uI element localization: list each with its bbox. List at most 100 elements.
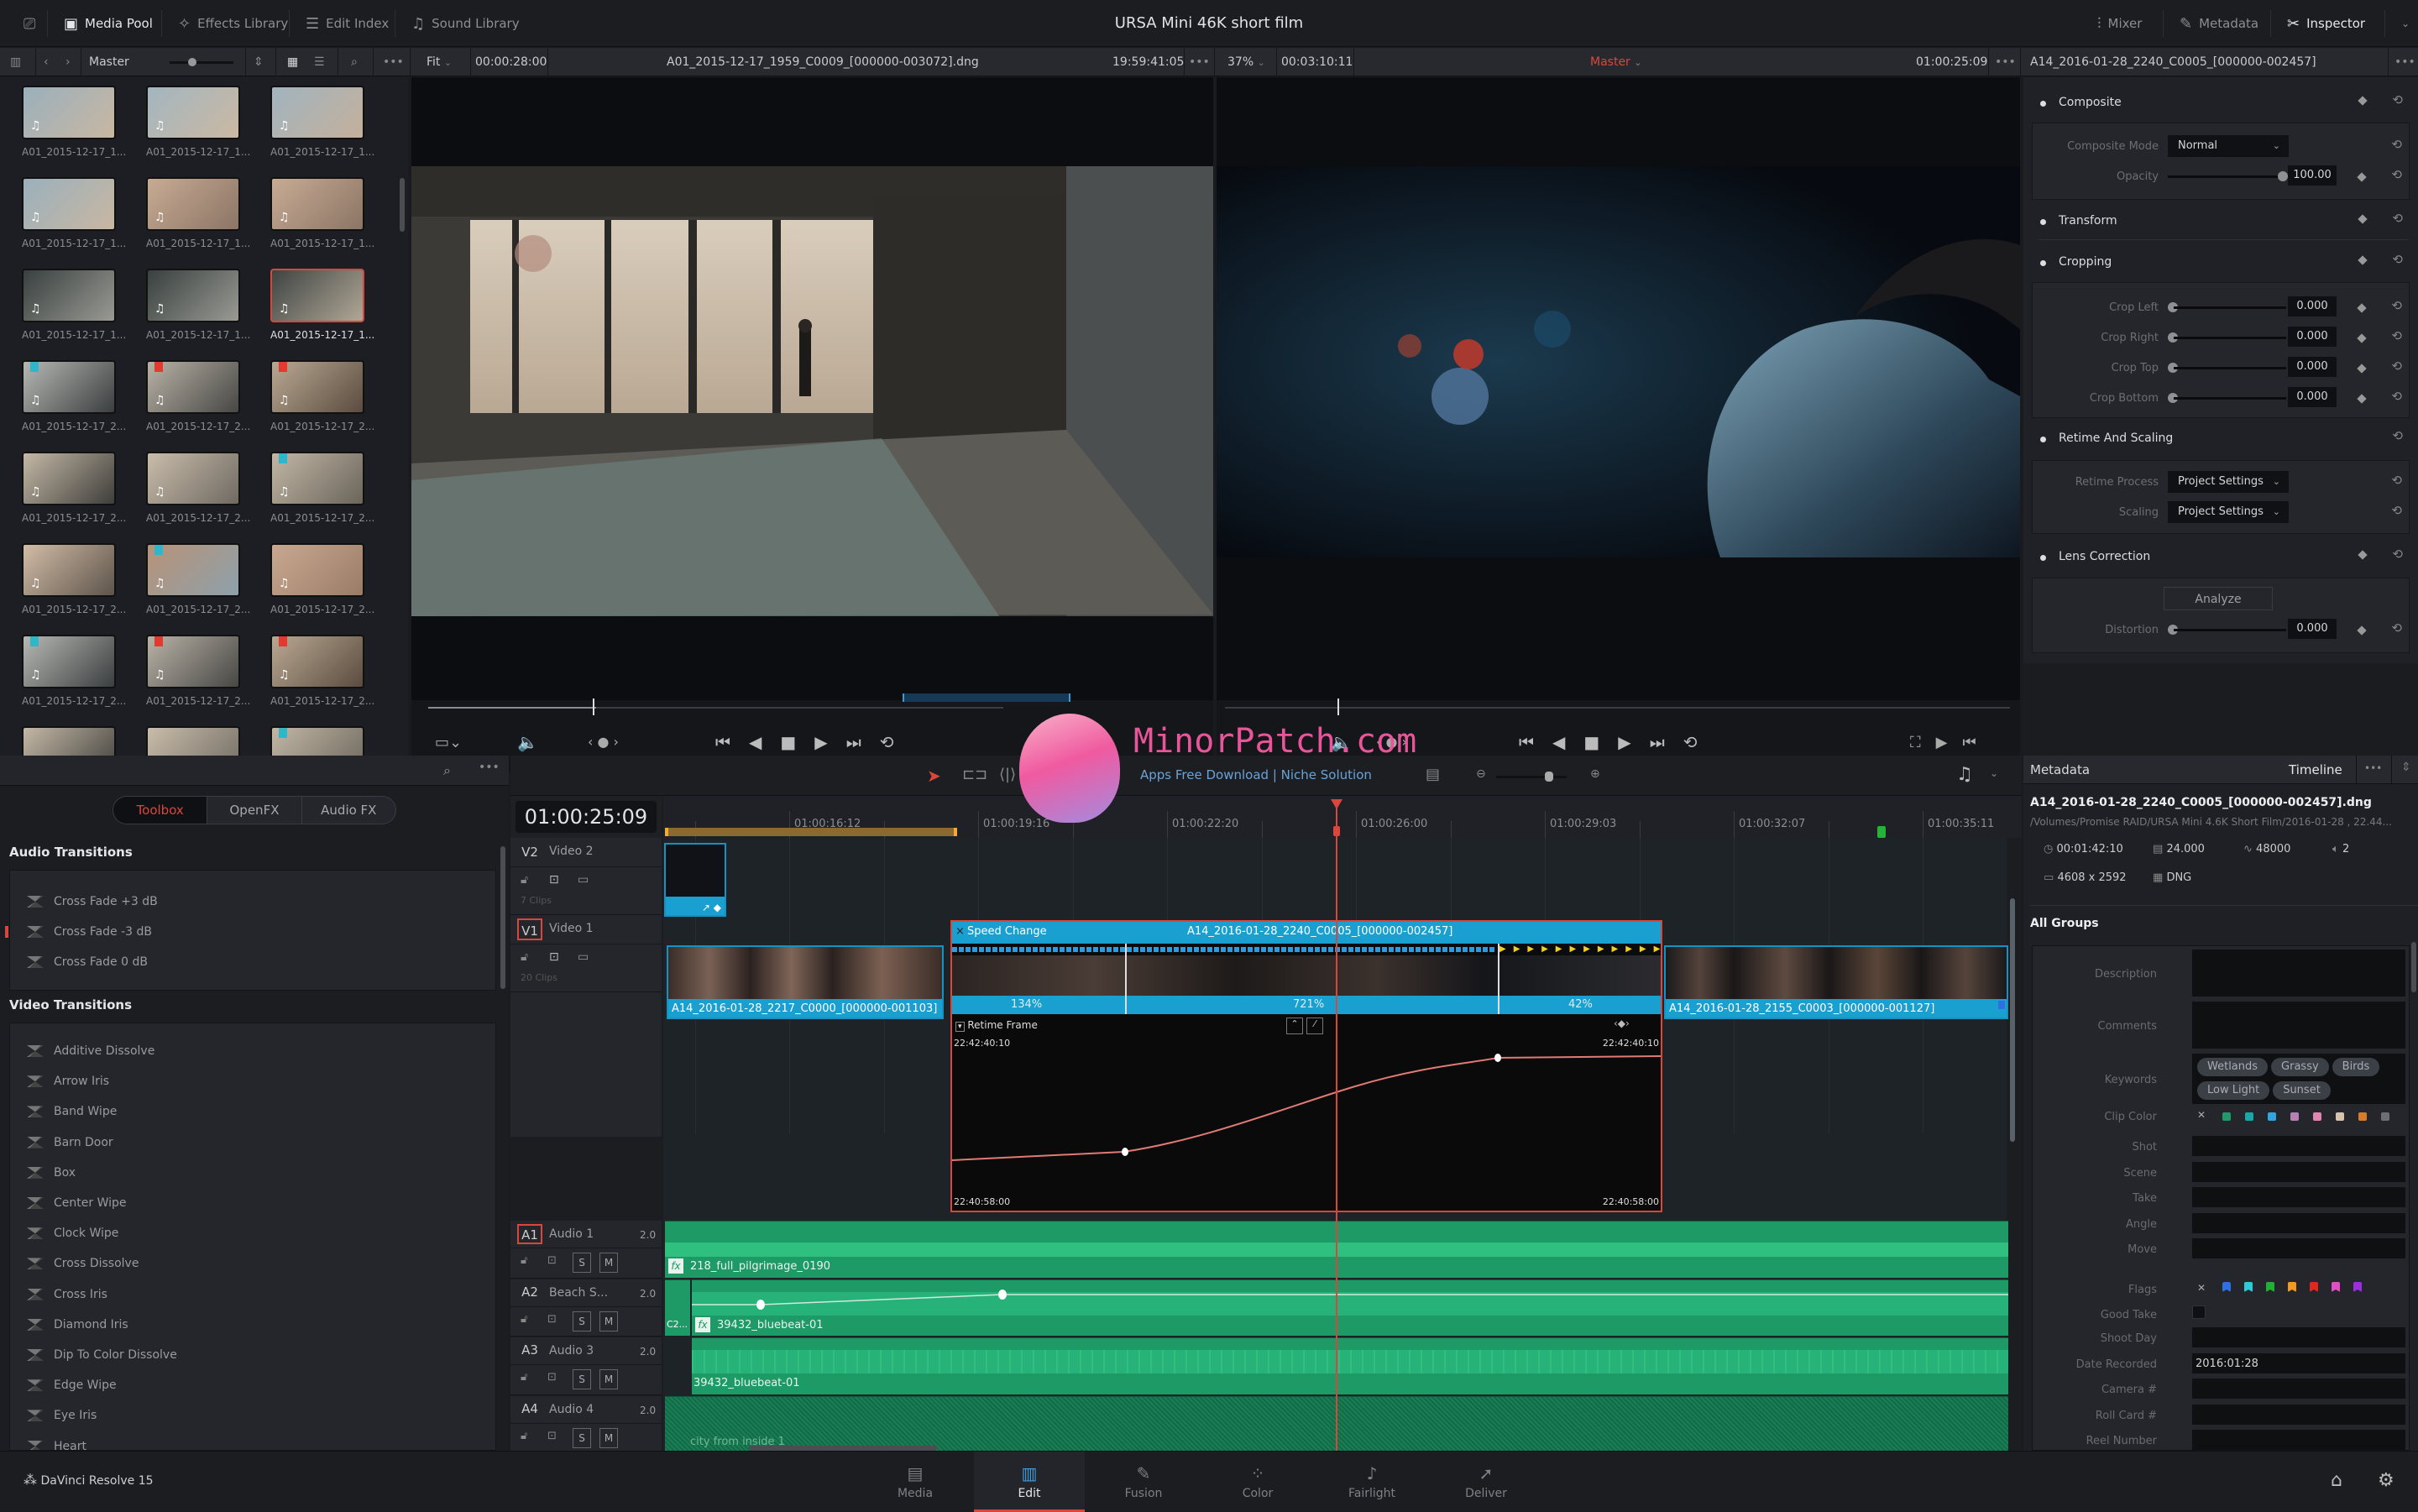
in-out-range[interactable] [903, 693, 1070, 702]
track-enable-icon[interactable]: ▭ [578, 950, 589, 964]
retime-process-select[interactable]: Project Settings ⌄ [2168, 471, 2289, 493]
clip-color-swatch[interactable] [2358, 1112, 2367, 1121]
clip-color-swatch[interactable] [2313, 1112, 2321, 1121]
source-playhead[interactable] [593, 698, 594, 715]
flag-swatch[interactable] [2353, 1282, 2362, 1292]
scene-field[interactable] [2192, 1161, 2405, 1182]
scaling-select[interactable]: Project Settings ⌄ [2168, 501, 2289, 523]
comments-field[interactable] [2192, 1002, 2405, 1049]
track-header-v1[interactable]: V1 Video 1 🔓︎ ⊡ ▭ 20 Clips [510, 915, 662, 992]
media-clip-thumbnail[interactable]: ♫ [270, 360, 364, 414]
track-header-a3[interactable]: A3 Audio 3 2.0 🔓︎ ⊡ S M [510, 1337, 662, 1395]
effect-list-item[interactable]: Additive Dissolve [27, 1037, 154, 1065]
media-clip-thumbnail[interactable]: ♫ [22, 269, 116, 322]
tab-toolbox[interactable]: Toolbox [113, 797, 207, 824]
v1-clip-right[interactable]: A14_2016-01-28_2155_C0003_[000000-001127… [1664, 945, 2008, 1019]
selection-tool-icon[interactable]: ➤ [927, 766, 941, 786]
inspector-more-icon[interactable]: ••• [2394, 48, 2415, 76]
track-header-v2[interactable]: V2 Video 2 🔓︎ ⊡ ▭ 7 Clips [510, 838, 662, 915]
reset-icon[interactable]: ⟲ [2391, 503, 2402, 518]
media-clip-thumbnail[interactable]: ♫ [22, 360, 116, 414]
track-id-badge[interactable]: V1 [517, 918, 542, 940]
analyze-button[interactable]: Analyze [2164, 587, 2273, 610]
timeline-scrubber[interactable] [1225, 707, 2010, 709]
transport-controls[interactable]: ⏮◀■▶⏭⟲ [715, 732, 912, 752]
forward-arrow-icon[interactable]: › [65, 48, 71, 76]
reset-icon[interactable]: ⟲ [2392, 252, 2403, 267]
snapping-icon[interactable]: ▤ [1426, 766, 1440, 783]
search-icon[interactable]: ⌕ [351, 48, 358, 76]
enable-dot[interactable] [2040, 219, 2046, 225]
track-id-badge[interactable]: A2 [517, 1283, 542, 1303]
keyword-tag[interactable]: Grassy [2271, 1058, 2329, 1076]
effects-more-icon[interactable]: ••• [479, 761, 500, 774]
effect-list-item[interactable]: Clock Wipe [27, 1219, 118, 1248]
keyframe-icon[interactable] [2358, 255, 2368, 265]
track-name[interactable]: Video 1 [549, 922, 594, 935]
reset-icon[interactable]: ⟲ [2391, 620, 2402, 636]
retime-curve-editor[interactable]: ▾ Retime Frame ⌃ ⁄ ‹◆› 22:42:40:10 22:42… [952, 1014, 1661, 1211]
media-clip-thumbnail[interactable]: ♫ [146, 543, 240, 597]
keyword-tag[interactable]: Sunset [2273, 1081, 2331, 1100]
source-more-icon[interactable]: ••• [1189, 48, 1210, 76]
v2-clip[interactable]: ↗ ◆ [664, 843, 726, 917]
v1-clip-left[interactable]: A14_2016-01-28_2217_C0000_[000000-001103… [667, 945, 944, 1019]
keyframe-icon[interactable] [2357, 303, 2367, 313]
auto-select-icon[interactable]: ⊡ [549, 873, 559, 887]
metadata-button[interactable]: ✎ Metadata [2168, 0, 2270, 47]
enable-dot[interactable] [2040, 555, 2046, 561]
settings-gear-icon[interactable]: ⚙ [2378, 1470, 2394, 1491]
reset-icon[interactable]: ⟲ [2391, 328, 2402, 343]
opacity-slider[interactable] [2168, 175, 2280, 178]
speed-point-handle[interactable] [1125, 944, 1127, 1014]
media-pool-button[interactable]: ▣ Media Pool [52, 0, 165, 47]
mute-button[interactable]: M [599, 1253, 618, 1273]
auto-select-icon[interactable]: ⊡ [549, 950, 559, 964]
reset-icon[interactable]: ⟲ [2391, 167, 2402, 182]
effect-list-item[interactable]: Cross Iris [27, 1280, 107, 1309]
page-tab-media[interactable]: ▤ Media [860, 1452, 971, 1512]
crop-value-field[interactable]: 0.000 [2288, 296, 2337, 317]
crop-slider[interactable] [2174, 397, 2286, 400]
collapse-button[interactable]: ⌄ [2389, 0, 2418, 47]
media-clip-thumbnail[interactable]: ♫ [22, 86, 116, 139]
track-name[interactable]: Audio 3 [549, 1344, 594, 1358]
keywords-field[interactable]: Wetlands Grassy Birds Low Light Sunset [2192, 1054, 2405, 1104]
chevron-down-icon[interactable]: ⌄ [1990, 767, 1998, 779]
crop-slider[interactable] [2174, 367, 2286, 369]
speed-percent-2[interactable]: 721% [1293, 998, 1324, 1011]
list-view-icon[interactable]: ☰ [314, 48, 325, 76]
track-header-a1[interactable]: A1 Audio 1 2.0 🔓︎ ⊡ S M [510, 1221, 662, 1279]
crop-value-field[interactable]: 0.000 [2288, 357, 2337, 377]
crop-value-field[interactable]: 0.000 [2288, 387, 2337, 407]
flag-swatch[interactable] [2288, 1282, 2296, 1292]
lens-correction-section-header[interactable]: Lens Correction ⟲ [2032, 547, 2410, 567]
reel-number-field[interactable] [2192, 1430, 2405, 1450]
track-header-a4[interactable]: A4 Audio 4 2.0 🔓︎ ⊡ S M [510, 1395, 662, 1453]
zoom-in-icon[interactable]: ⊕ [1590, 767, 1600, 781]
keyframe-icon[interactable] [2357, 172, 2367, 182]
lock-icon[interactable]: 🔓︎ [521, 1430, 527, 1442]
media-clip-thumbnail[interactable]: ♫ [22, 543, 116, 597]
workspace-toggle-button[interactable]: ⎚ [12, 0, 47, 47]
flag-swatch[interactable] [2244, 1282, 2253, 1292]
page-tab-deliver[interactable]: ➚ Deliver [1431, 1452, 1541, 1512]
clip-color-swatch[interactable] [2268, 1112, 2276, 1121]
keyframe-icon[interactable] [2357, 625, 2367, 636]
lock-icon[interactable]: 🔓︎ [521, 1371, 527, 1384]
opacity-slider-knob[interactable] [2278, 171, 2288, 181]
flag-swatch[interactable] [2266, 1282, 2274, 1292]
sort-icon[interactable]: ⇕ [2401, 761, 2411, 774]
thumbnail-size-slider[interactable] [170, 61, 233, 64]
effect-list-item[interactable]: Barn Door [27, 1128, 113, 1157]
opacity-value-field[interactable]: 100.00 [2288, 165, 2337, 186]
keyframe-icon[interactable] [2357, 364, 2367, 374]
clip-color-swatch[interactable] [2245, 1112, 2253, 1121]
edit-index-button[interactable]: ☰ Edit Index [294, 0, 400, 47]
match-frame-controls[interactable]: ⛶▶⏮ [1910, 734, 1991, 751]
auto-select-icon[interactable]: ⊡ [547, 1430, 557, 1442]
reset-icon[interactable]: ⟲ [2391, 137, 2402, 152]
audio-meter-icon[interactable]: ♫ [1956, 764, 1973, 785]
media-clip-thumbnail[interactable]: ♫ [270, 269, 364, 322]
shoot-day-field[interactable] [2192, 1327, 2405, 1347]
